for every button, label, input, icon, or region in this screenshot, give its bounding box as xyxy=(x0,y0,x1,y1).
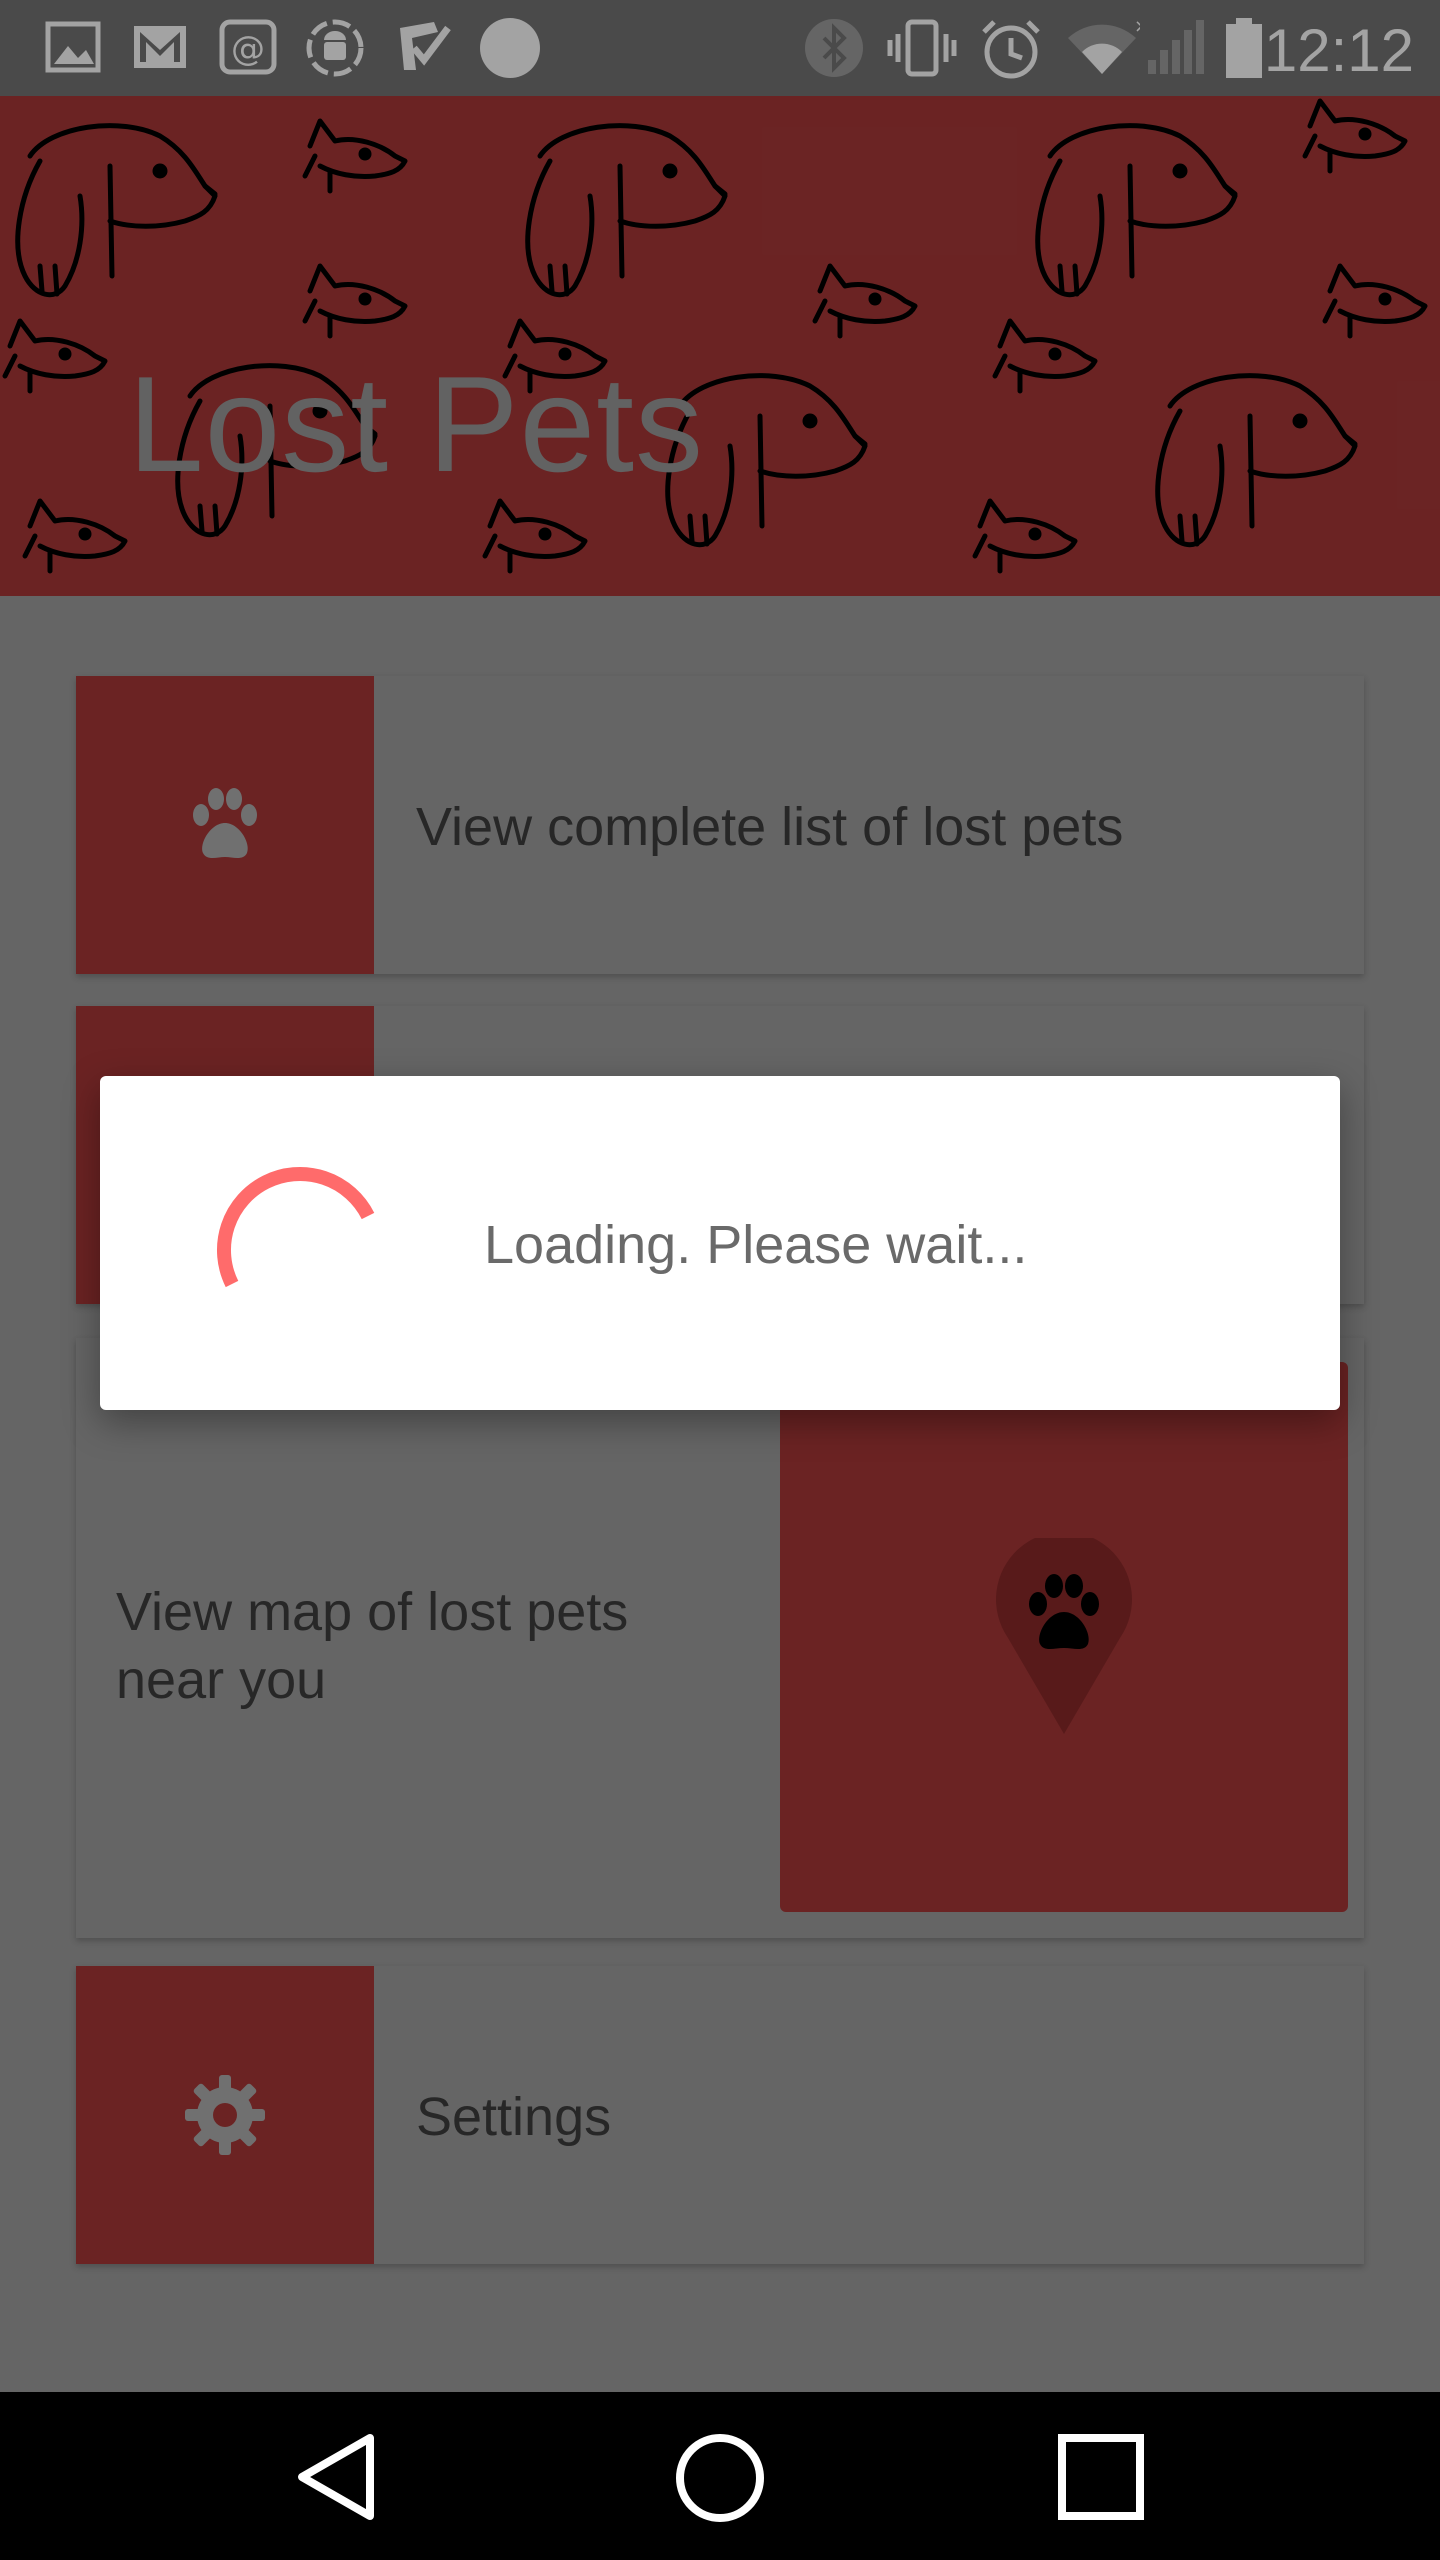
loading-dialog: Loading. Please wait... xyxy=(100,1076,1340,1410)
back-icon[interactable] xyxy=(294,2432,384,2522)
recents-icon[interactable] xyxy=(1056,2432,1146,2522)
loading-spinner xyxy=(216,1167,375,1288)
navigation-bar xyxy=(0,2392,1440,2560)
loading-message: Loading. Please wait... xyxy=(484,1215,1028,1275)
home-icon[interactable] xyxy=(674,2432,766,2524)
